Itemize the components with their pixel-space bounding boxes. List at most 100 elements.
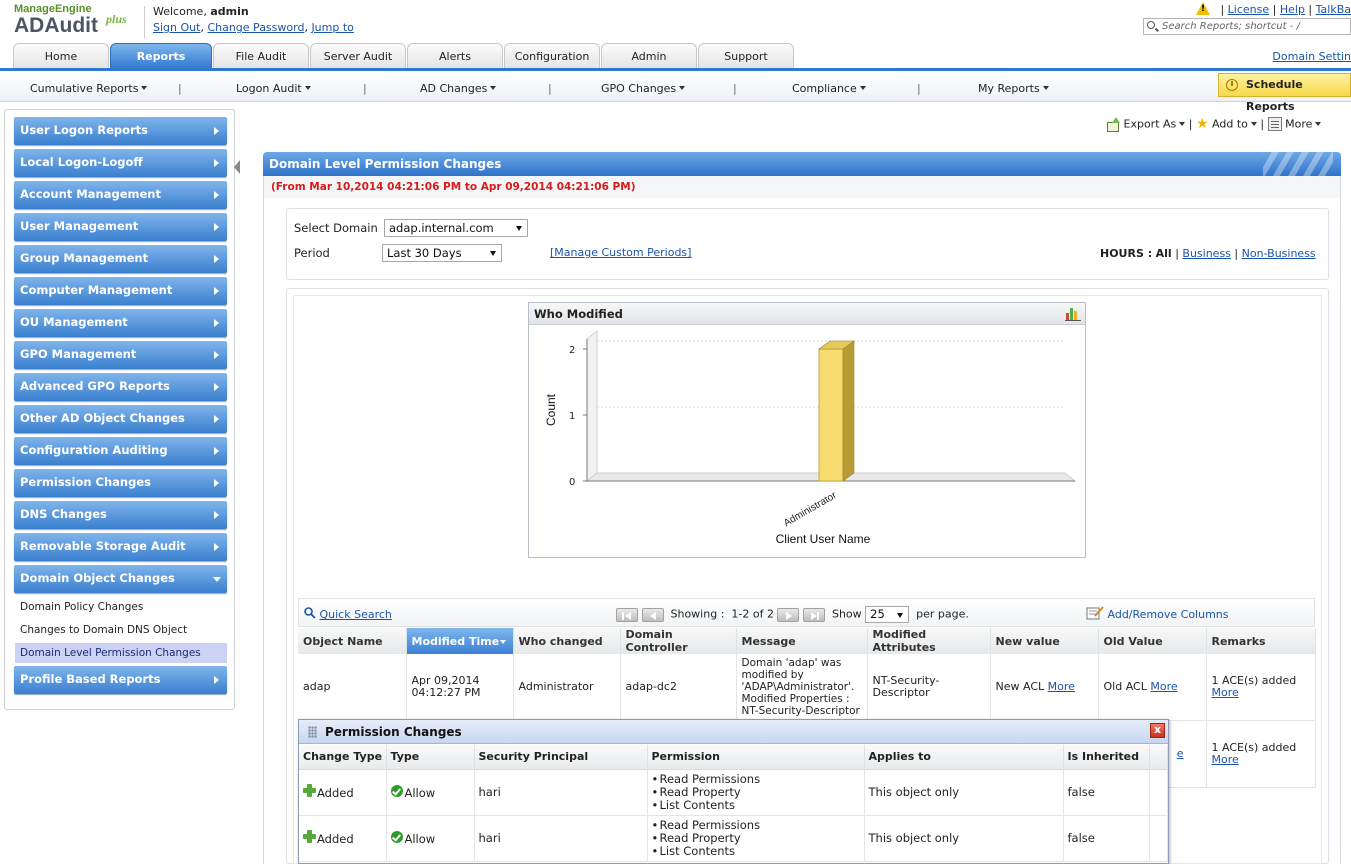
sidebar-item-label: Group Management [20, 251, 149, 265]
sidebar-item-group-management[interactable]: Group Management [14, 245, 227, 273]
tab-file-audit[interactable]: File Audit [213, 43, 309, 69]
column-remarks[interactable]: Remarks [1206, 628, 1316, 654]
column-object-name[interactable]: Object Name [298, 628, 407, 654]
column-who-changed[interactable]: Who changed [513, 628, 621, 654]
sidebar-item-user-logon-reports[interactable]: User Logon Reports [14, 117, 227, 145]
add-remove-columns[interactable]: Add/Remove Columns [1086, 606, 1229, 621]
sidebar-item-advanced-gpo-reports[interactable]: Advanced GPO Reports [14, 373, 227, 401]
tab-support[interactable]: Support [698, 43, 794, 69]
cell-modified-time: Apr 09,2014 04:12:27 PM [406, 654, 514, 721]
domain-select[interactable]: adap.internal.com [384, 219, 528, 237]
export-as-button[interactable]: Export As [1124, 117, 1186, 131]
manage-custom-periods-link[interactable]: [Manage Custom Periods] [550, 246, 691, 259]
drag-handle-icon[interactable] [308, 726, 317, 738]
period-select[interactable]: Last 30 Days [382, 244, 502, 262]
tab-alerts[interactable]: Alerts [407, 43, 503, 69]
column-domain-controller[interactable]: Domain Controller [620, 628, 737, 654]
column-new-value[interactable]: New value [990, 628, 1099, 654]
tab-configuration[interactable]: Configuration [504, 43, 600, 69]
chevron-right-icon [214, 415, 219, 423]
subnav-compliance[interactable]: Compliance [792, 82, 866, 95]
column-message[interactable]: Message [736, 628, 868, 654]
schedule-reports-button[interactable]: Schedule Reports [1218, 73, 1351, 113]
collapse-sidebar-icon[interactable] [234, 160, 240, 174]
tab-home[interactable]: Home [13, 43, 109, 69]
sidebar-item-label: Computer Management [20, 283, 173, 297]
caret-down-icon [859, 86, 866, 90]
search-input[interactable]: Search Reports; shortcut - / [1143, 18, 1351, 35]
star-icon: ★ [1195, 116, 1209, 132]
sidebar-item-configuration-auditing[interactable]: Configuration Auditing [14, 437, 227, 465]
license-link[interactable]: License [1228, 3, 1269, 16]
column-old-value[interactable]: Old Value [1098, 628, 1207, 654]
chart-type-icon[interactable] [1065, 306, 1081, 321]
tab-reports[interactable]: Reports [110, 43, 212, 69]
subnav-separator: | [178, 82, 182, 95]
sidebar-subitem-domain-dns-object[interactable]: Changes to Domain DNS Object [20, 624, 187, 636]
hours-business-link[interactable]: Business [1182, 247, 1231, 260]
pager: Showing : 1-2 of 2 Show 25 per page. [616, 606, 969, 623]
permission-item: List Contents [652, 798, 864, 812]
sidebar-item-removable-storage-audit[interactable]: Removable Storage Audit [14, 533, 227, 561]
close-icon[interactable]: x [1150, 723, 1165, 738]
dropdown-arrow-icon [897, 613, 904, 618]
last-page-button[interactable] [802, 607, 825, 622]
hours-non-business-link[interactable]: Non-Business [1242, 247, 1316, 260]
caret-down-icon [1250, 122, 1257, 127]
remarks-more-link[interactable]: More [1212, 686, 1239, 699]
page-range: 1-2 of 2 [731, 607, 774, 621]
first-page-button[interactable] [616, 607, 638, 622]
hours-all-option[interactable]: All [1156, 247, 1172, 260]
sidebar-item-domain-object-changes[interactable]: Domain Object Changes [14, 565, 227, 593]
caret-down-icon [1179, 122, 1186, 127]
sidebar-item-label: User Logon Reports [20, 123, 149, 137]
previous-page-button[interactable] [641, 607, 664, 622]
sidebar-item-account-management[interactable]: Account Management [14, 181, 227, 209]
talkback-link[interactable]: TalkBa [1316, 3, 1351, 16]
sign-out-link[interactable]: Sign Out [153, 21, 200, 34]
more-button[interactable]: More [1285, 117, 1322, 131]
old-value-more-link[interactable]: More [1150, 680, 1177, 693]
sidebar-item-computer-management[interactable]: Computer Management [14, 277, 227, 305]
quick-search[interactable]: Quick Search [304, 607, 392, 621]
quick-search-link[interactable]: Quick Search [320, 608, 392, 621]
column-modified-time[interactable]: Modified Time [406, 628, 514, 654]
warning-icon[interactable] [1195, 2, 1210, 15]
sidebar-item-local-logon-logoff[interactable]: Local Logon-Logoff [14, 149, 227, 177]
sidebar-item-profile-based-reports[interactable]: Profile Based Reports [14, 666, 227, 694]
subnav-cumulative-reports[interactable]: Cumulative Reports [30, 82, 148, 95]
sidebar-item-gpo-management[interactable]: GPO Management [14, 341, 227, 369]
subnav-gpo-changes[interactable]: GPO Changes [601, 82, 686, 95]
schedule-reports-label: Schedule Reports [1246, 78, 1303, 113]
change-password-link[interactable]: Change Password [207, 21, 304, 34]
new-value-more-link[interactable]: More [1048, 680, 1075, 693]
old-value-more-link[interactable]: e [1177, 747, 1184, 760]
jump-to-link[interactable]: Jump to [311, 21, 353, 34]
subnav-label: GPO Changes [601, 82, 677, 95]
tab-admin[interactable]: Admin [601, 43, 697, 69]
cell-spacer [1149, 815, 1168, 862]
subnav-ad-changes[interactable]: AD Changes [420, 82, 497, 95]
sidebar-item-dns-changes[interactable]: DNS Changes [14, 501, 227, 529]
column-modified-attributes[interactable]: Modified Attributes [867, 628, 991, 654]
sidebar-item-user-management[interactable]: User Management [14, 213, 227, 241]
domain-settings-link[interactable]: Domain Settin [1272, 50, 1351, 63]
subnav-logon-audit[interactable]: Logon Audit [236, 82, 311, 95]
tab-server-audit[interactable]: Server Audit [310, 43, 406, 69]
remarks-more-link[interactable]: More [1212, 753, 1239, 766]
sidebar-subitem-domain-policy-changes[interactable]: Domain Policy Changes [20, 601, 143, 613]
type-text: Allow [404, 831, 436, 846]
sidebar-item-ou-management[interactable]: OU Management [14, 309, 227, 337]
next-page-button[interactable] [777, 607, 800, 622]
subnav-my-reports[interactable]: My Reports [978, 82, 1049, 95]
page-size-select[interactable]: 25 [865, 606, 910, 623]
subnav-label: My Reports [978, 82, 1040, 95]
hours-label: HOURS : [1100, 247, 1153, 260]
help-link[interactable]: Help [1280, 3, 1305, 16]
add-to-button[interactable]: Add to [1212, 117, 1257, 131]
sidebar-item-permission-changes[interactable]: Permission Changes [14, 469, 227, 497]
sidebar-subitem-domain-level-permission-changes[interactable]: Domain Level Permission Changes [15, 643, 227, 663]
sidebar-item-other-ad-object-changes[interactable]: Other AD Object Changes [14, 405, 227, 433]
popup-title-bar[interactable]: Permission Changes x [299, 720, 1168, 744]
type-text: Allow [404, 785, 436, 800]
